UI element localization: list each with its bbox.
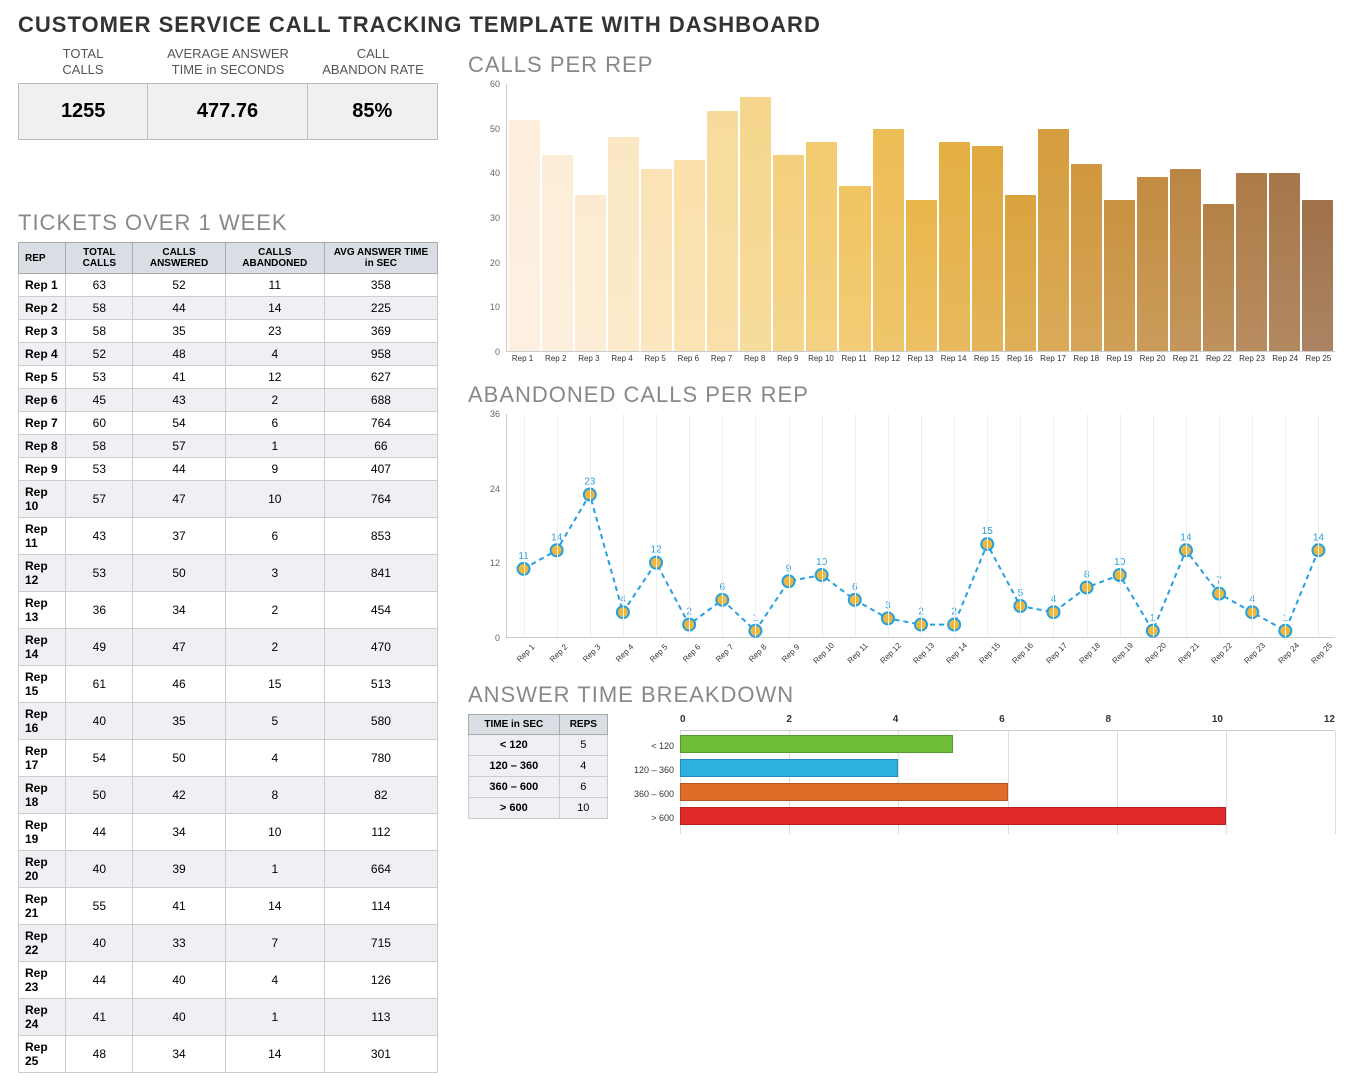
th-rep: REP [19,243,66,274]
th-answered: CALLS ANSWERED [133,243,225,274]
table-row: Rep 452484958 [19,343,438,366]
hbar [680,735,953,753]
table-row: Rep 2240337715 [19,925,438,962]
bar [906,200,937,351]
bar [1038,129,1069,352]
page-title: CUSTOMER SERVICE CALL TRACKING TEMPLATE … [18,12,1345,38]
table-row: Rep 953449407 [19,458,438,481]
table-row: Rep 19443410112 [19,814,438,851]
table-row: Rep 21554114114 [19,888,438,925]
table-row: Rep 10574710764 [19,481,438,518]
kpi-total-calls: 1255 [19,84,148,139]
bar [1236,173,1267,351]
bar [806,142,837,351]
bar [707,111,738,351]
hbar [680,807,1226,825]
atb-title: ANSWER TIME BREAKDOWN [468,682,1345,708]
bar [1005,195,1036,351]
bar [1302,200,1333,351]
th-total: TOTAL CALLS [66,243,133,274]
table-row: Rep 2584414225 [19,297,438,320]
bar [509,120,540,351]
table-row: Rep 15614615513 [19,666,438,703]
th-atb-time: TIME in SEC [469,715,560,735]
table-row: 120 – 3604 [469,756,608,777]
table-row: Rep 3583523369 [19,320,438,343]
table-row: Rep 1143376853 [19,518,438,555]
atb-chart: 024681012 < 120120 – 360360 – 600> 600 [620,714,1345,834]
bar [972,146,1003,351]
table-row: Rep 1253503841 [19,555,438,592]
th-avg: AVG ANSWER TIME in SEC [324,243,437,274]
hbar [680,783,1008,801]
table-row: Rep 645432688 [19,389,438,412]
bar [873,129,904,352]
bar [773,155,804,351]
table-row: Rep 1336342454 [19,592,438,629]
th-abandoned: CALLS ABANDONED [225,243,324,274]
atb-table: TIME in SEC REPS < 1205120 – 3604360 – 6… [468,714,608,819]
table-row: 360 – 6006 [469,777,608,798]
calls-per-rep-chart: 0102030405060 Rep 1Rep 2Rep 3Rep 4Rep 5R… [484,84,1345,374]
abandoned-chart: 0122436 11142341226191063221554810114741… [484,414,1345,674]
table-row: Rep 85857166 [19,435,438,458]
bar [575,195,606,351]
table-row: Rep 1449472470 [19,629,438,666]
kpi-abandon-rate: 85% [308,84,437,139]
hbar [680,759,898,777]
bar [608,137,639,351]
bar [1071,164,1102,351]
bar [674,160,705,351]
table-row: Rep 25483414301 [19,1036,438,1073]
bar [839,186,870,351]
bar [740,97,771,351]
table-row: Rep 2441401113 [19,999,438,1036]
bar [1104,200,1135,351]
kpi-avg-answer: 477.76 [148,84,307,139]
bar [939,142,970,351]
tickets-title: TICKETS OVER 1 WEEK [18,210,438,236]
table-row: Rep 2040391664 [19,851,438,888]
th-atb-reps: REPS [559,715,607,735]
tickets-table: REP TOTAL CALLS CALLS ANSWERED CALLS ABA… [18,242,438,1073]
table-row: Rep 1754504780 [19,740,438,777]
kpi-values-row: 1255 477.76 85% [18,83,438,140]
table-row: < 1205 [469,735,608,756]
table-row: Rep 2344404126 [19,962,438,999]
bar [1170,169,1201,351]
kpi-header-row: TOTALCALLS AVERAGE ANSWERTIME in SECONDS… [18,44,438,83]
table-row: Rep 185042882 [19,777,438,814]
table-row: Rep 1640355580 [19,703,438,740]
bar [1269,173,1300,351]
table-row: > 60010 [469,798,608,819]
calls-per-rep-title: CALLS PER REP [468,52,1345,78]
table-row: Rep 760546764 [19,412,438,435]
bar [641,169,672,351]
bar [1137,177,1168,351]
bar [1203,204,1234,351]
table-row: Rep 1635211358 [19,274,438,297]
bar [542,155,573,351]
abandoned-title: ABANDONED CALLS PER REP [468,382,1345,408]
table-row: Rep 5534112627 [19,366,438,389]
